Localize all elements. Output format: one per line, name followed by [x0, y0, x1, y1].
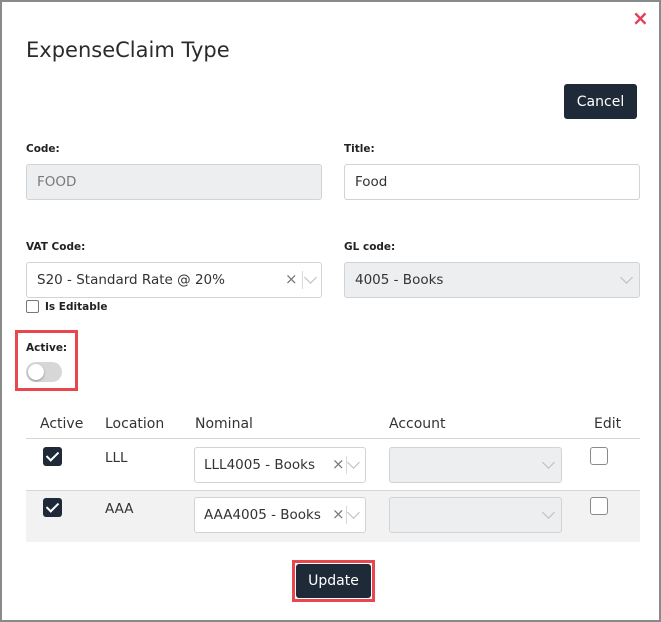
clear-icon[interactable]: ×	[332, 505, 345, 523]
row-location: AAA	[105, 501, 134, 517]
row-edit-checkbox[interactable]	[590, 447, 608, 465]
chevron-down-icon[interactable]	[304, 271, 317, 284]
row-account-select	[389, 447, 562, 483]
column-header-active: Active	[40, 416, 84, 432]
expense-claim-type-dialog: × ExpenseClaim Type Cancel Code: FOOD Ti…	[0, 0, 661, 622]
column-header-nominal: Nominal	[195, 416, 253, 432]
dialog-title: ExpenseClaim Type	[26, 38, 230, 62]
row-account-select	[389, 497, 562, 533]
row-active-checkbox[interactable]	[43, 498, 62, 517]
chevron-down-icon[interactable]	[347, 456, 360, 469]
code-field: FOOD	[26, 164, 322, 200]
row-nominal-value: AAA4005 - Books	[204, 507, 321, 523]
chevron-down-icon[interactable]	[347, 506, 360, 519]
chevron-down-icon	[620, 271, 633, 284]
gl-code-label: GL code:	[344, 241, 396, 253]
vat-code-label: VAT Code:	[26, 241, 86, 253]
update-button[interactable]: Update	[296, 564, 371, 598]
row-divider	[26, 490, 640, 491]
active-label: Active:	[26, 342, 68, 354]
row-nominal-select[interactable]: LLL4005 - Books ×	[194, 447, 366, 483]
chevron-down-icon	[542, 456, 555, 469]
column-header-account: Account	[389, 416, 446, 432]
code-label: Code:	[26, 143, 60, 155]
clear-icon[interactable]: ×	[332, 455, 345, 473]
row-edit-checkbox[interactable]	[590, 497, 608, 515]
close-icon[interactable]: ×	[632, 8, 649, 28]
active-toggle[interactable]	[26, 362, 62, 382]
title-label: Title:	[344, 143, 375, 155]
select-separator	[346, 506, 347, 524]
title-field[interactable]: Food	[344, 164, 640, 200]
table-header-divider	[26, 438, 640, 439]
gl-code-select: 4005 - Books	[344, 262, 640, 298]
chevron-down-icon	[542, 506, 555, 519]
column-header-location: Location	[105, 416, 165, 432]
select-separator	[346, 456, 347, 474]
toggle-knob	[28, 364, 44, 380]
vat-code-value: S20 - Standard Rate @ 20%	[37, 272, 225, 288]
vat-code-select[interactable]: S20 - Standard Rate @ 20% ×	[26, 262, 322, 298]
row-nominal-select[interactable]: AAA4005 - Books ×	[194, 497, 366, 533]
column-header-edit: Edit	[594, 416, 622, 432]
is-editable-label: Is Editable	[45, 301, 108, 313]
row-nominal-value: LLL4005 - Books	[204, 457, 316, 473]
row-location: LLL	[105, 450, 128, 466]
gl-code-value: 4005 - Books	[355, 272, 444, 288]
row-active-checkbox[interactable]	[43, 447, 62, 466]
clear-icon[interactable]: ×	[285, 270, 298, 288]
cancel-button[interactable]: Cancel	[564, 84, 637, 119]
is-editable-checkbox[interactable]	[26, 300, 39, 313]
select-separator	[302, 271, 303, 289]
